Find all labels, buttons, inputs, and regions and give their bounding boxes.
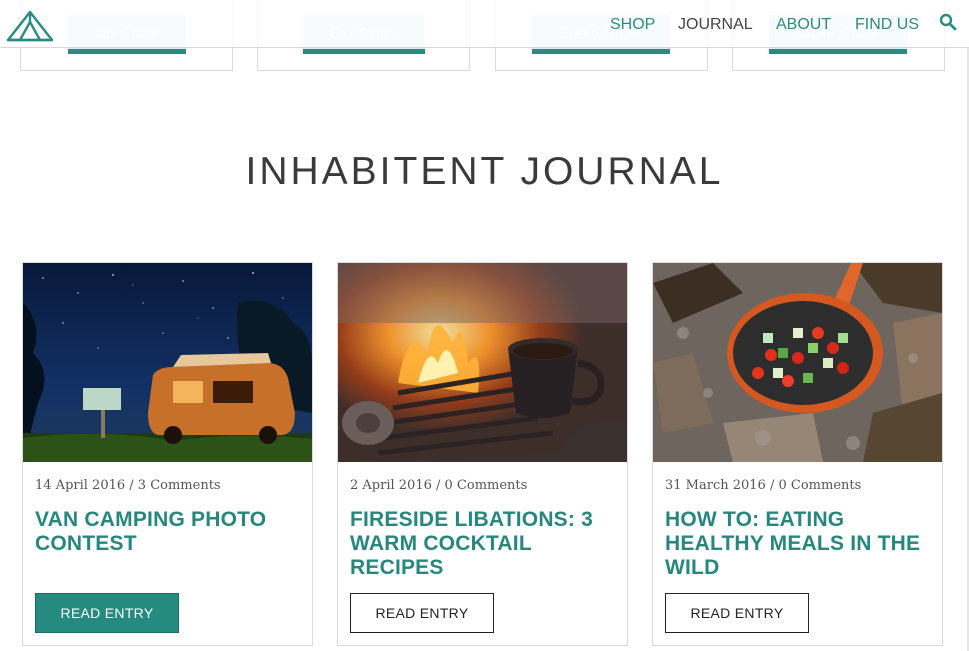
van-camping-night-photo[interactable] (23, 263, 312, 462)
entry-date: 31 March 2016 (665, 478, 766, 493)
entry-comments-link[interactable]: 3 Comments (138, 478, 221, 493)
section-title: INHABITENT JOURNAL (245, 150, 724, 193)
skillet-vegetables-campfire-photo[interactable] (653, 263, 942, 462)
read-entry-button[interactable]: READ ENTRY (350, 593, 494, 633)
nav-shop[interactable]: SHOP (610, 16, 655, 34)
nav-find-us[interactable]: FIND US (855, 16, 919, 34)
entry-title[interactable]: HOW TO: EATING HEALTHY MEALS IN THE WILD (665, 508, 935, 580)
journal-card: 2 April 2016 / 0 Comments FIRESIDE LIBAT… (337, 262, 628, 646)
journal-card: 31 March 2016 / 0 Comments HOW TO: EATIN… (652, 262, 943, 646)
entry-title[interactable]: FIRESIDE LIBATIONS: 3 WARM COCKTAIL RECI… (350, 508, 620, 580)
nav-about[interactable]: ABOUT (776, 16, 831, 34)
read-entry-button[interactable]: READ ENTRY (35, 593, 179, 633)
tent-logo-icon[interactable] (6, 8, 54, 42)
search-icon[interactable] (939, 13, 957, 31)
entry-title[interactable]: VAN CAMPING PHOTO CONTEST (35, 508, 305, 556)
entry-date: 2 April 2016 (350, 478, 432, 493)
entry-meta: 2 April 2016 / 0 Comments (350, 478, 528, 493)
read-entry-button[interactable]: READ ENTRY (665, 593, 809, 633)
campfire-coffee-mug-photo[interactable] (338, 263, 627, 462)
nav-journal[interactable]: JOURNAL (678, 16, 753, 34)
entry-date: 14 April 2016 (35, 478, 126, 493)
entry-meta: 14 April 2016 / 3 Comments (35, 478, 221, 493)
entry-meta: 31 March 2016 / 0 Comments (665, 478, 862, 493)
entry-comments-link[interactable]: 0 Comments (445, 478, 528, 493)
entry-comments-link[interactable]: 0 Comments (778, 478, 861, 493)
journal-card: 14 April 2016 / 3 Comments VAN CAMPING P… (22, 262, 313, 646)
